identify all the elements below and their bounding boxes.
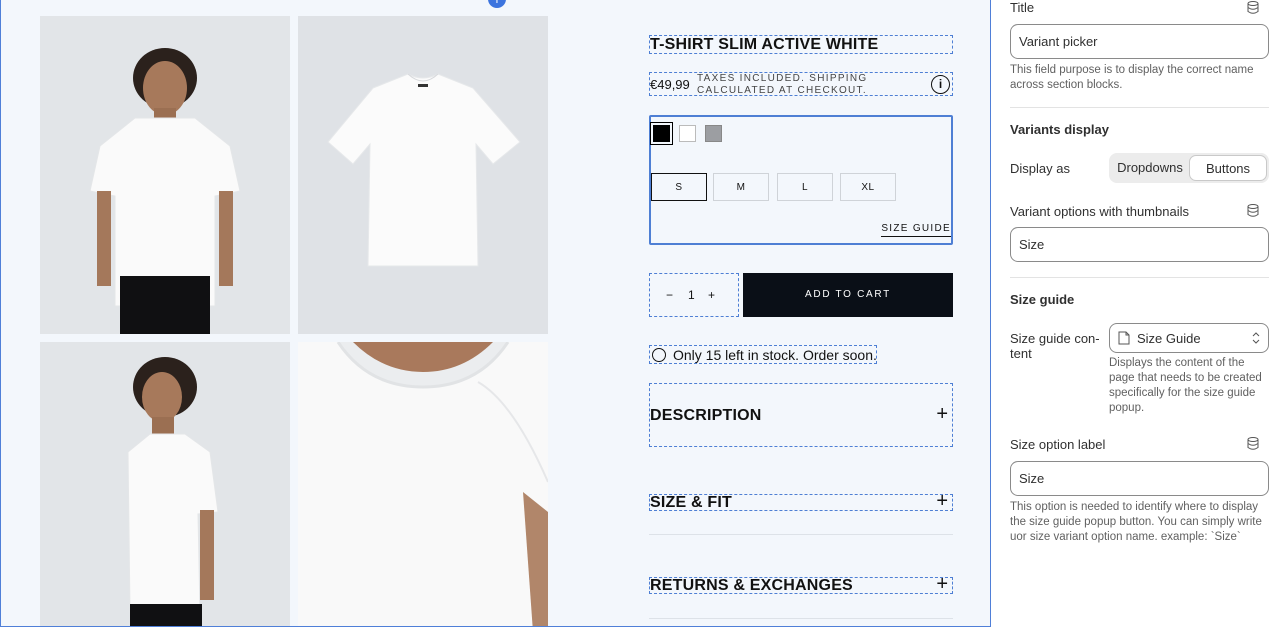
storefront-preview: +	[0, 0, 991, 627]
stock-message: Only 15 left in stock. Order soon.	[673, 347, 877, 363]
display-as-dropdowns[interactable]: Dropdowns	[1111, 155, 1189, 181]
size-option-input[interactable]: Size	[1010, 461, 1269, 496]
accordion-size-fit[interactable]: SIZE & FIT +	[649, 490, 953, 512]
size-guide-content-value: Size Guide	[1137, 331, 1201, 346]
title-help-text: This field purpose is to display the cor…	[1010, 64, 1254, 91]
size-guide-heading: Size guide	[1010, 292, 1075, 307]
size-option-xl[interactable]: XL	[840, 173, 896, 201]
size-option-label-title: Size option label	[1010, 437, 1106, 452]
variants-display-heading: Variants display	[1010, 122, 1109, 137]
size-guide-content-select[interactable]: Size Guide	[1109, 323, 1269, 353]
add-to-cart-button[interactable]: ADD TO CART	[743, 273, 953, 317]
expand-plus-icon[interactable]: +	[936, 403, 948, 426]
accordion-title: RETURNS & EXCHANGES	[650, 577, 853, 594]
qty-plus-button[interactable]: +	[708, 288, 715, 302]
product-image-flat[interactable]	[298, 16, 548, 334]
add-section-icon[interactable]: +	[488, 0, 506, 8]
accordion-description[interactable]: DESCRIPTION +	[649, 383, 953, 447]
display-as-toggle[interactable]: Dropdowns Buttons	[1109, 153, 1269, 183]
chevron-up-down-icon	[1252, 332, 1260, 344]
swatch-grey[interactable]	[705, 125, 722, 142]
title-input[interactable]: Variant picker	[1010, 24, 1269, 59]
size-option-m[interactable]: M	[713, 173, 769, 201]
size-guide-content-label: Size guide con-tent	[1010, 331, 1100, 361]
expand-plus-icon[interactable]: +	[936, 573, 948, 596]
alarm-clock-icon	[652, 348, 666, 362]
size-option-s[interactable]: S	[651, 173, 707, 201]
qty-minus-button[interactable]: −	[666, 288, 673, 302]
product-price: €49,99	[650, 77, 690, 92]
display-as-label: Display as	[1010, 161, 1070, 176]
product-image-detail[interactable]	[298, 342, 548, 626]
expand-plus-icon[interactable]: +	[936, 490, 948, 513]
tax-note: TAXES INCLUDED. SHIPPING CALCULATED AT C…	[697, 73, 868, 96]
quantity-stepper: − 1 +	[649, 273, 739, 317]
swatch-white[interactable]	[679, 125, 696, 142]
theme-editor: +	[0, 0, 1280, 627]
size-guide-content-help: Displays the content of the page that ne…	[1109, 357, 1262, 414]
size-guide-link[interactable]: SIZE GUIDE	[881, 223, 951, 237]
info-icon[interactable]: i	[931, 75, 950, 94]
dynamic-source-icon[interactable]	[1247, 437, 1259, 450]
product-title: T-SHIRT SLIM ACTIVE WHITE	[649, 35, 953, 54]
divider	[1010, 107, 1269, 108]
display-as-buttons[interactable]: Buttons	[1189, 155, 1267, 181]
product-image-model-side[interactable]	[40, 342, 290, 626]
dynamic-source-icon[interactable]	[1247, 1, 1259, 14]
size-option-l[interactable]: L	[777, 173, 833, 201]
variant-picker[interactable]: S M L XL SIZE GUIDE	[649, 115, 953, 245]
accordion-returns[interactable]: RETURNS & EXCHANGES +	[649, 573, 953, 595]
page-icon	[1118, 331, 1130, 345]
dynamic-source-icon[interactable]	[1247, 204, 1259, 217]
divider	[649, 534, 953, 535]
settings-panel: Title Variant picker This field purpose …	[999, 0, 1280, 627]
accordion-title: DESCRIPTION	[650, 407, 762, 424]
title-field-label: Title	[1010, 0, 1035, 15]
thumbs-input[interactable]: Size	[1010, 227, 1269, 262]
qty-value[interactable]: 1	[688, 288, 695, 302]
divider	[649, 618, 953, 619]
stock-notice: Only 15 left in stock. Order soon.	[649, 345, 877, 364]
product-image-model-front[interactable]	[40, 16, 290, 334]
thumbs-label: Variant options with thumbnails	[1010, 204, 1189, 219]
accordion-title: SIZE & FIT	[650, 494, 732, 511]
price-block: €49,99 TAXES INCLUDED. SHIPPING CALCULAT…	[649, 72, 953, 96]
swatch-black[interactable]	[650, 122, 673, 145]
divider	[1010, 277, 1269, 278]
size-option-help: This option is needed to identify where …	[1010, 501, 1262, 543]
